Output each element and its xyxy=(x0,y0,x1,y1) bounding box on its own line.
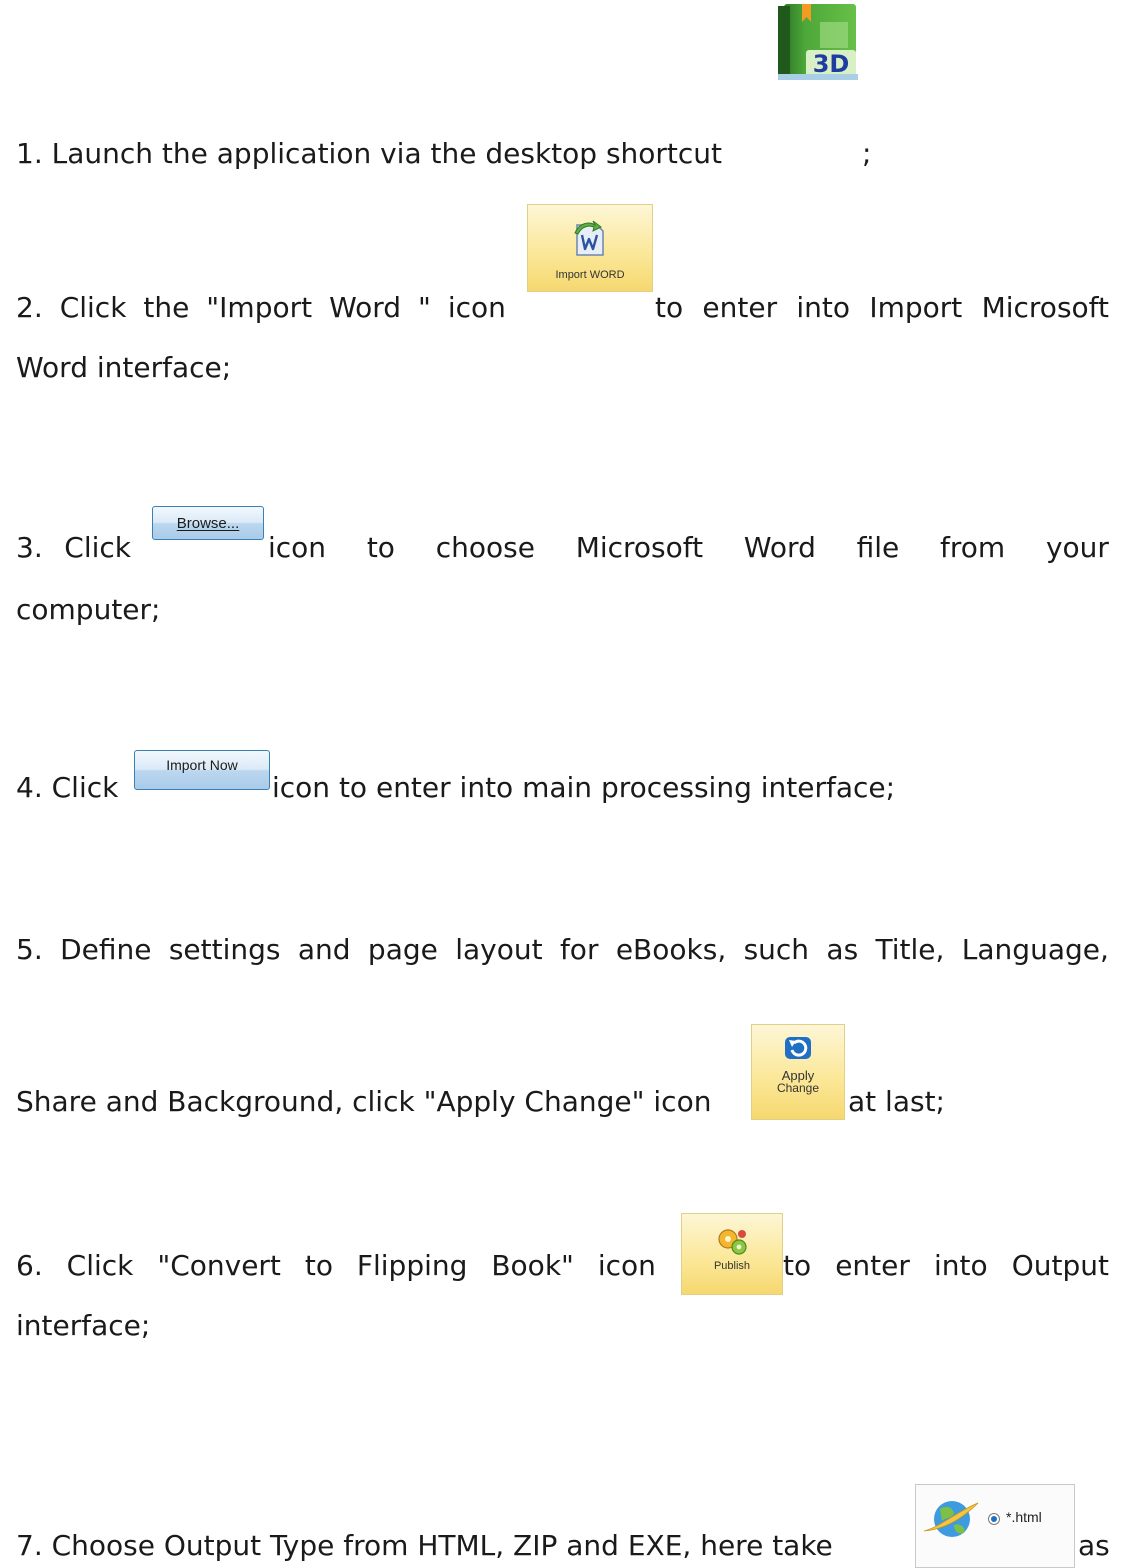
word: to xyxy=(655,291,684,324)
step-3-line-2: computer; xyxy=(16,590,1109,630)
gears-icon xyxy=(718,1229,747,1255)
step-2-continuation: Word interface; xyxy=(16,351,232,384)
step-3-continuation: computer; xyxy=(16,593,161,626)
word: 5. xyxy=(16,933,43,966)
word: Book" xyxy=(491,1249,574,1282)
import-now-button-label: Import Now xyxy=(166,757,238,773)
import-word-button[interactable]: Import WORD xyxy=(527,204,653,292)
browse-button-label: Browse... xyxy=(176,514,240,532)
step-7-tail: as xyxy=(1078,1529,1110,1562)
import-now-button[interactable]: Import Now xyxy=(134,750,270,790)
step-6-line-2: interface; xyxy=(16,1306,1109,1346)
word: to xyxy=(783,1249,812,1282)
word: Click xyxy=(66,1249,134,1282)
word: Microsoft xyxy=(575,531,704,564)
word: Click xyxy=(64,531,131,564)
word: Output xyxy=(1011,1249,1109,1282)
word: Import xyxy=(869,291,963,324)
step-4-line-a: 4. Click xyxy=(16,768,118,808)
word: as xyxy=(826,933,859,966)
globe-icon xyxy=(923,1501,979,1537)
step-3-line-1a: 3. Click xyxy=(16,528,131,568)
word: icon xyxy=(597,1249,656,1282)
apply-change-caption-2: Change xyxy=(776,1081,820,1095)
step-2-line-1b: to enter into Import Microsoft xyxy=(655,288,1109,328)
word: file xyxy=(856,531,900,564)
step-6-continuation: interface; xyxy=(16,1309,151,1342)
word: Language, xyxy=(961,933,1109,966)
word: icon xyxy=(268,531,327,564)
word: layout xyxy=(455,933,543,966)
word: choose xyxy=(435,531,535,564)
3d-flipbook-app-icon[interactable]: 3D xyxy=(778,4,858,80)
word: Word xyxy=(743,531,816,564)
word: 6. xyxy=(16,1249,43,1282)
step-1-end: ; xyxy=(862,134,871,174)
refresh-icon xyxy=(785,1037,811,1059)
step-7-text: 7. Choose Output Type from HTML, ZIP and… xyxy=(16,1529,833,1562)
radio-selected-icon[interactable] xyxy=(988,1513,1000,1525)
import-word-caption: Import WORD xyxy=(555,269,625,281)
word: the xyxy=(143,291,190,324)
word: Word xyxy=(329,291,402,324)
word: to xyxy=(304,1249,333,1282)
word: such xyxy=(743,933,810,966)
word: "Import xyxy=(206,291,313,324)
step-5-text: Share and Background, click "Apply Chang… xyxy=(16,1085,712,1118)
word: Click xyxy=(59,291,127,324)
html-radio-label: *.html xyxy=(1006,1509,1042,1525)
word: 3. xyxy=(16,531,43,564)
step-2-line-2: Word interface; xyxy=(16,348,1109,388)
word: Microsoft xyxy=(981,291,1109,324)
step-6-line-1a: 6. Click "Convert to Flipping Book" icon xyxy=(16,1246,656,1286)
word: "Convert xyxy=(157,1249,281,1282)
word: settings xyxy=(168,933,281,966)
step-5-line-1: 5. Define settings and page layout for e… xyxy=(16,930,1109,970)
step-5-tail: at last; xyxy=(848,1085,945,1118)
apply-change-button[interactable]: Apply Change xyxy=(751,1024,845,1120)
step-4-line-b: icon to enter into main processing inter… xyxy=(272,768,895,808)
publish-caption: Publish xyxy=(713,1260,751,1272)
word: and xyxy=(297,933,351,966)
word: page xyxy=(367,933,438,966)
step-1-text: 1. Launch the application via the deskto… xyxy=(16,137,723,170)
step-4-tail: icon to enter into main processing inter… xyxy=(272,771,896,804)
word: into xyxy=(796,291,851,324)
publish-button[interactable]: Publish xyxy=(681,1213,783,1295)
browse-button[interactable]: Browse... xyxy=(152,506,264,540)
step-1: 1. Launch the application via the deskto… xyxy=(16,134,1109,174)
word: Title, xyxy=(875,933,945,966)
word: to xyxy=(366,531,395,564)
word: 2. xyxy=(16,291,43,324)
output-type-html-option[interactable]: *.html xyxy=(915,1484,1075,1568)
step-3-line-1b: icon to choose Microsoft Word file from … xyxy=(268,528,1109,568)
word: for xyxy=(559,933,599,966)
word: Flipping xyxy=(356,1249,468,1282)
import-word-icon xyxy=(574,220,604,256)
word: into xyxy=(934,1249,988,1282)
word: your xyxy=(1045,531,1109,564)
step-5-line-2b: at last; xyxy=(848,1082,945,1122)
word: enter xyxy=(835,1249,910,1282)
word: Define xyxy=(60,933,152,966)
word: eBooks, xyxy=(615,933,727,966)
word: icon xyxy=(447,291,506,324)
step-2-line-1a: 2. Click the "Import Word " icon xyxy=(16,288,506,328)
svg-text:3D: 3D xyxy=(813,50,850,78)
step-7-line-b: as xyxy=(1078,1526,1110,1566)
step-5-line-2a: Share and Background, click "Apply Chang… xyxy=(16,1082,711,1122)
step-7-line-a: 7. Choose Output Type from HTML, ZIP and… xyxy=(16,1526,833,1566)
step-6-line-1b: to enter into Output xyxy=(783,1246,1109,1286)
word: from xyxy=(940,531,1006,564)
step-4-text: 4. Click xyxy=(16,771,119,804)
word: " xyxy=(418,291,431,324)
word: enter xyxy=(702,291,778,324)
step-1-tail: ; xyxy=(862,137,872,170)
